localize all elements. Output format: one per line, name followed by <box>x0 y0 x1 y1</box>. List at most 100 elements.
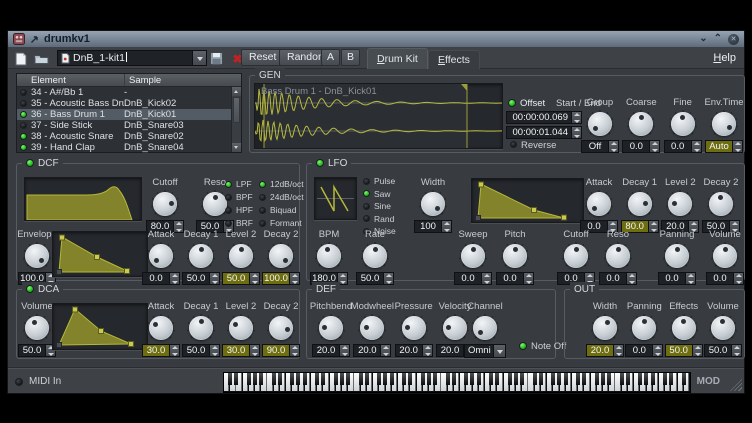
spinner-buttons[interactable] <box>731 345 741 356</box>
attack-knob[interactable] <box>584 189 614 219</box>
piano-key-black[interactable] <box>520 373 524 385</box>
piano-keyboard[interactable] <box>223 372 691 393</box>
width-knob[interactable] <box>418 189 448 219</box>
decay-1-knob[interactable] <box>625 189 655 219</box>
piano-key-black[interactable] <box>433 373 437 385</box>
resize-grip[interactable] <box>730 379 742 391</box>
coarse-knob[interactable] <box>626 109 656 139</box>
spinner-buttons[interactable] <box>380 345 390 356</box>
cutoff-knob[interactable] <box>561 241 591 271</box>
spinner-buttons[interactable] <box>249 345 259 356</box>
radio-lpf[interactable]: LPF <box>225 179 253 189</box>
channel-select[interactable]: Omni <box>464 344 506 358</box>
piano-key-black[interactable] <box>669 373 673 385</box>
piano-key-black[interactable] <box>564 373 568 385</box>
decay-2-knob[interactable] <box>266 241 296 271</box>
radio-pulse[interactable]: Pulse <box>363 176 396 186</box>
piano-key-black[interactable] <box>477 373 481 385</box>
piano-key-black[interactable] <box>514 373 518 385</box>
close-icon[interactable]: ✕ <box>728 34 739 45</box>
pitch-knob[interactable] <box>500 241 530 271</box>
dca-led[interactable] <box>26 285 34 293</box>
piano-key-black[interactable] <box>607 373 611 385</box>
radio-brf[interactable]: BRF <box>225 218 253 228</box>
pitch-value[interactable]: 0.0 <box>496 272 534 285</box>
panning-value[interactable]: 0.0 <box>658 272 696 285</box>
group-knob[interactable] <box>585 109 615 139</box>
piano-key-black[interactable] <box>303 373 307 385</box>
piano-key-black[interactable] <box>539 373 543 385</box>
radio-hpf[interactable]: HPF <box>225 205 253 215</box>
radio-biquad[interactable]: Biquad <box>259 205 304 215</box>
piano-key-black[interactable] <box>383 373 387 385</box>
save-preset-button[interactable] <box>208 50 225 67</box>
spinner-buttons[interactable] <box>732 141 742 152</box>
lfo-led[interactable] <box>316 159 324 167</box>
spinner-buttons[interactable] <box>692 345 702 356</box>
level-2-value[interactable]: 50.0 <box>222 272 260 285</box>
piano-key-black[interactable] <box>663 373 667 385</box>
piano-key-black[interactable] <box>290 373 294 385</box>
column-header-sample[interactable]: Sample <box>124 74 241 86</box>
modwheel-value[interactable]: 20.0 <box>353 344 391 357</box>
envelope-knob[interactable] <box>22 241 52 271</box>
note-off-led[interactable] <box>519 342 527 350</box>
column-header-element[interactable]: Element <box>17 74 124 86</box>
bpm-knob[interactable] <box>314 241 344 271</box>
piano-key-black[interactable] <box>464 373 468 385</box>
spinner-buttons[interactable] <box>249 273 259 284</box>
volume-knob[interactable] <box>708 313 738 343</box>
volume-knob[interactable] <box>710 241 740 271</box>
piano-key-black[interactable] <box>346 373 350 385</box>
piano-key-black[interactable] <box>359 373 363 385</box>
coarse-value[interactable]: 0.0 <box>622 140 660 153</box>
decay-1-knob[interactable] <box>186 241 216 271</box>
fine-value[interactable]: 0.0 <box>664 140 702 153</box>
panning-value[interactable]: 0.0 <box>625 344 663 357</box>
spinner-buttons[interactable] <box>209 273 219 284</box>
env-time-value[interactable]: Auto <box>705 140 743 153</box>
attack-value[interactable]: 30.0 <box>142 344 180 357</box>
decay-1-knob[interactable] <box>186 313 216 343</box>
preset-name[interactable]: DnB_1-kit1 <box>73 52 192 64</box>
level-2-knob[interactable] <box>226 241 256 271</box>
minimize-icon[interactable]: ⌄ <box>699 34 707 44</box>
piano-key-black[interactable] <box>247 373 251 385</box>
piano-key-black[interactable] <box>334 373 338 385</box>
piano-key-black[interactable] <box>595 373 599 385</box>
piano-key-black[interactable] <box>365 373 369 385</box>
env-time-knob[interactable] <box>709 109 739 139</box>
attack-value[interactable]: 0.0 <box>142 272 180 285</box>
piano-key-black[interactable] <box>576 373 580 385</box>
piano-key-black[interactable] <box>408 373 412 385</box>
reverse-led[interactable] <box>510 141 517 148</box>
width-value[interactable]: 20.0 <box>586 344 624 357</box>
spinner-buttons[interactable] <box>169 273 179 284</box>
mod-label[interactable]: MOD <box>697 376 720 387</box>
spinner-buttons[interactable] <box>339 345 349 356</box>
piano-key-black[interactable] <box>446 373 450 385</box>
spinner-buttons[interactable] <box>626 273 636 284</box>
tab-effects[interactable]: Effects <box>428 50 480 69</box>
sample-waveform-display[interactable]: Bass Drum 1 - DnB_Kick01 <box>254 83 503 149</box>
decay-1-value[interactable]: 50.0 <box>182 344 220 357</box>
piano-key-black[interactable] <box>228 373 232 385</box>
reso-knob[interactable] <box>603 241 633 271</box>
piano-key-black[interactable] <box>651 373 655 385</box>
effects-value[interactable]: 50.0 <box>665 344 703 357</box>
offset-led[interactable] <box>508 99 516 107</box>
table-row[interactable]: 38 - Acoustic SnareDnB_Snare02 <box>17 131 231 142</box>
effects-knob[interactable] <box>669 313 699 343</box>
piano-key-black[interactable] <box>272 373 276 385</box>
dca-envelope-display[interactable] <box>52 303 148 350</box>
spinner-buttons[interactable] <box>691 141 701 152</box>
channel-knob[interactable] <box>470 313 500 343</box>
group-value[interactable]: Off <box>581 140 619 153</box>
modwheel-knob[interactable] <box>357 313 387 343</box>
scroll-thumb[interactable] <box>233 97 240 123</box>
table-row[interactable]: 37 - Side StickDnB_Snare03 <box>17 120 231 131</box>
piano-key-black[interactable] <box>489 373 493 385</box>
level-2-knob[interactable] <box>226 313 256 343</box>
table-row[interactable]: 34 - A#/Bb 1- <box>17 87 231 98</box>
piano-key-black[interactable] <box>427 373 431 385</box>
